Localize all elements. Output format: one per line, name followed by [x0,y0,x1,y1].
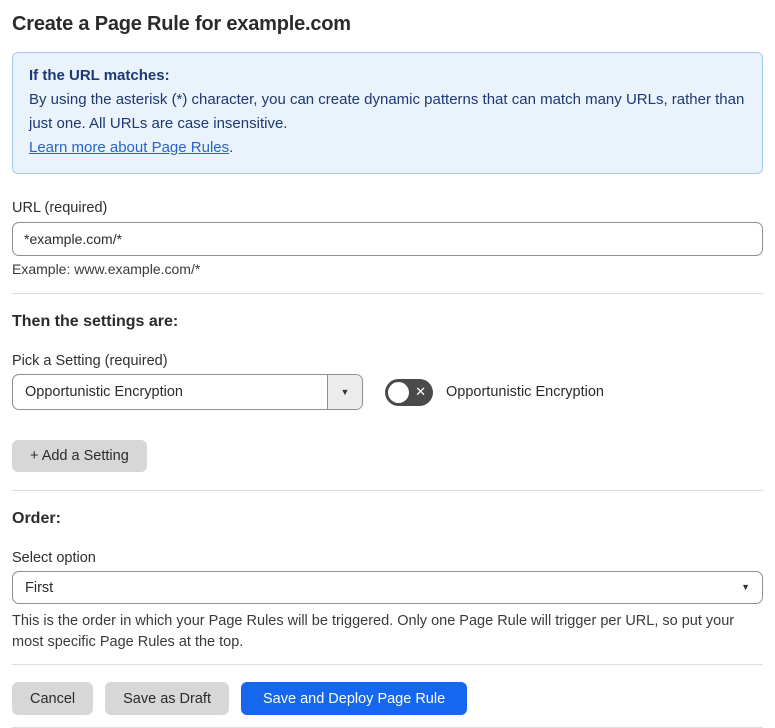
setting-dropdown-value: Opportunistic Encryption [25,384,183,400]
page-title: Create a Page Rule for example.com [12,13,351,35]
setting-dropdown-arrow-button[interactable]: ▼ [327,375,362,409]
toggle-knob [388,381,409,403]
order-help-text: This is the order in which your Page Rul… [12,613,735,650]
url-match-info-box: If the URL matches: By using the asteris… [12,52,763,174]
divider [12,664,763,665]
divider [12,293,763,294]
settings-section-heading: Then the settings are: [12,313,179,330]
divider [12,490,763,491]
toggle-off-x-icon: ✕ [415,384,426,400]
form-actions: Cancel Save as Draft Save and Deploy Pag… [12,682,763,715]
info-box-body: By using the asterisk (*) character, you… [29,91,745,132]
setting-dropdown[interactable]: Opportunistic Encryption ▼ [12,374,363,410]
toggle-label: Opportunistic Encryption [446,384,604,400]
page-rule-form: Create a Page Rule for example.com If th… [0,0,775,728]
save-and-deploy-button[interactable]: Save and Deploy Page Rule [240,682,468,715]
url-field-label: URL (required) [12,200,108,216]
url-example-text: Example: www.example.com/* [12,261,201,277]
pick-setting-label: Pick a Setting (required) [12,353,168,369]
order-select[interactable]: First ▼ [12,571,763,604]
order-select-value: First [25,579,54,596]
info-box-link-line: Learn more about Page Rules. [29,136,746,160]
info-box-heading: If the URL matches: [29,67,170,84]
chevron-down-icon: ▼ [741,582,750,592]
setting-row: Opportunistic Encryption ▼ ✕ Opportunist… [12,374,763,410]
save-as-draft-button[interactable]: Save as Draft [105,682,229,715]
opportunistic-encryption-toggle[interactable]: ✕ [385,378,433,406]
select-option-label: Select option [12,550,96,566]
chevron-down-icon: ▼ [340,386,350,397]
cancel-button[interactable]: Cancel [12,682,94,715]
learn-more-link[interactable]: Learn more about Page Rules [29,139,229,156]
add-setting-button[interactable]: + Add a Setting [12,440,147,472]
url-input[interactable] [12,222,763,256]
order-section-heading: Order: [12,510,61,527]
link-period: . [229,139,234,156]
